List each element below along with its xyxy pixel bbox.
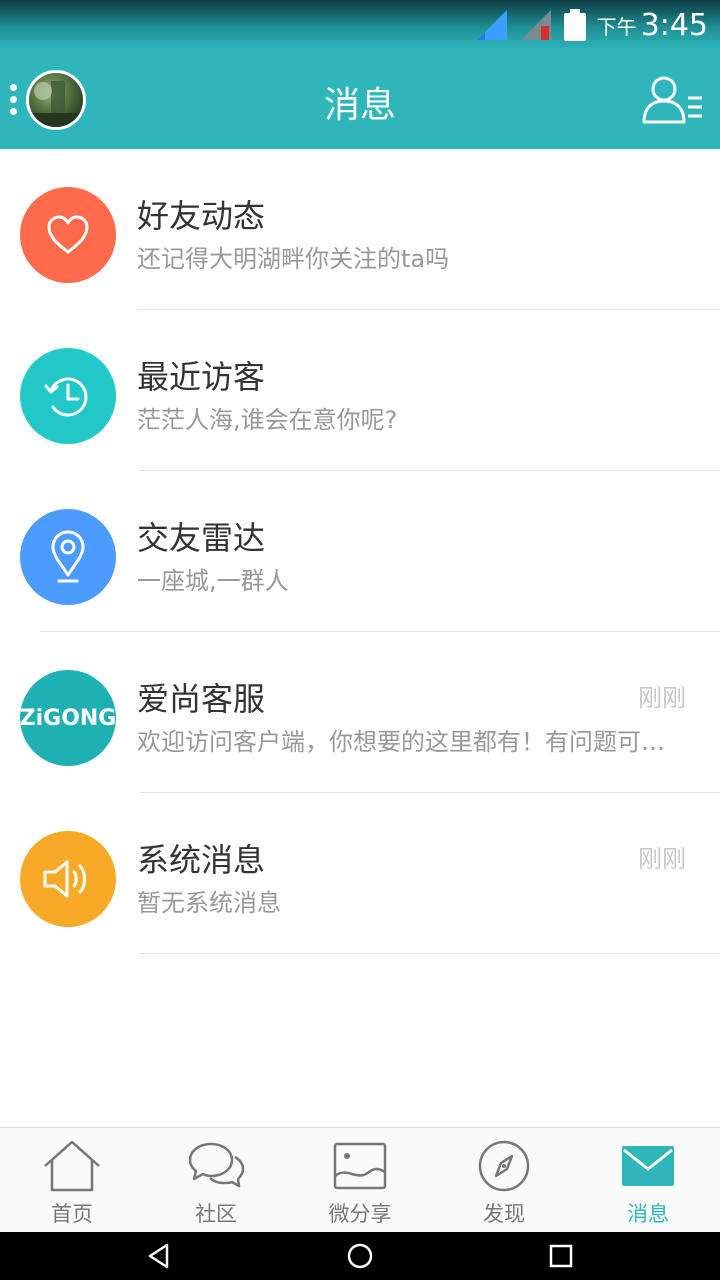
item-title: 爱尚客服 [137, 680, 266, 718]
item-subtitle: 欢迎访问客户端，你想要的这里都有！有问题可以随时咨询我们哦 [137, 728, 685, 756]
home-button[interactable] [346, 1242, 374, 1270]
tab-messages[interactable]: 消息 [576, 1128, 720, 1232]
back-triangle-icon [148, 1243, 169, 1269]
tab-label: 首页 [51, 1202, 93, 1226]
item-icon-circle [20, 509, 116, 605]
message-list: 好友动态 还记得大明湖畔你关注的ta吗 最近访客 茫茫人海,谁会在意你呢? 交友… [0, 149, 720, 954]
list-item-friend-feed[interactable]: 好友动态 还记得大明湖畔你关注的ta吗 [0, 149, 720, 310]
item-time: 刚刚 [638, 684, 686, 712]
home-circle-icon [347, 1243, 373, 1269]
item-title: 交友雷达 [137, 519, 266, 557]
item-title: 最近访客 [137, 358, 266, 396]
speaker-icon [43, 860, 86, 898]
tab-label: 消息 [627, 1202, 669, 1226]
status-indicators: 下午 3:45 [475, 6, 708, 44]
item-icon-circle [20, 831, 116, 927]
item-icon-circle [20, 348, 116, 444]
app-header: 消息 [0, 50, 720, 149]
item-subtitle: 一座城,一群人 [137, 567, 289, 595]
item-title: 系统消息 [137, 841, 266, 879]
recents-square-icon [549, 1244, 573, 1268]
contacts-button[interactable] [640, 74, 706, 126]
status-bar: 下午 3:45 [0, 0, 720, 50]
heart-icon [47, 215, 89, 254]
tab-label: 发现 [483, 1202, 525, 1226]
bottom-tab-bar: 首页 社区 微分享 发现 消息 [0, 1127, 720, 1232]
compass-icon [478, 1140, 530, 1192]
item-icon-circle [20, 187, 116, 283]
contacts-icon [642, 76, 702, 124]
location-pin-icon [51, 530, 85, 583]
recents-button[interactable] [547, 1242, 575, 1270]
tab-community[interactable]: 社区 [144, 1128, 288, 1232]
back-button[interactable] [145, 1242, 173, 1270]
logo-text: ZiGONG [19, 705, 117, 731]
tab-micro-share[interactable]: 微分享 [288, 1128, 432, 1232]
tab-discover[interactable]: 发现 [432, 1128, 576, 1232]
status-ampm: 下午 [596, 14, 637, 39]
battery-icon [563, 9, 586, 41]
mail-icon [622, 1146, 674, 1186]
signal-icon [476, 10, 507, 40]
status-time: 3:45 [640, 7, 708, 43]
tab-label: 社区 [195, 1202, 237, 1226]
tab-label: 微分享 [328, 1202, 392, 1226]
clock-history-icon [44, 377, 88, 417]
divider [140, 953, 720, 954]
list-item-recent-visitors[interactable]: 最近访客 茫茫人海,谁会在意你呢? [0, 310, 720, 471]
system-nav-bar [0, 1232, 720, 1280]
item-subtitle: 还记得大明湖畔你关注的ta吗 [137, 245, 450, 273]
zigong-logo: ZiGONG [20, 670, 116, 766]
signal-secondary-icon [520, 10, 551, 40]
item-subtitle: 暂无系统消息 [137, 889, 281, 917]
list-item-friend-radar[interactable]: 交友雷达 一座城,一群人 [0, 471, 720, 632]
chat-bubbles-icon [188, 1142, 245, 1188]
home-icon [44, 1140, 100, 1192]
image-icon [333, 1142, 387, 1190]
list-item-system-messages[interactable]: 系统消息 刚刚 暂无系统消息 [0, 793, 720, 954]
page-title: 消息 [323, 85, 396, 126]
tab-home[interactable]: 首页 [0, 1128, 144, 1232]
item-title: 好友动态 [137, 197, 266, 235]
list-item-customer-service[interactable]: ZiGONG 爱尚客服 刚刚 欢迎访问客户端，你想要的这里都有！有问题可以随时咨… [0, 632, 720, 793]
item-time: 刚刚 [638, 845, 686, 873]
item-subtitle: 茫茫人海,谁会在意你呢? [137, 406, 398, 434]
